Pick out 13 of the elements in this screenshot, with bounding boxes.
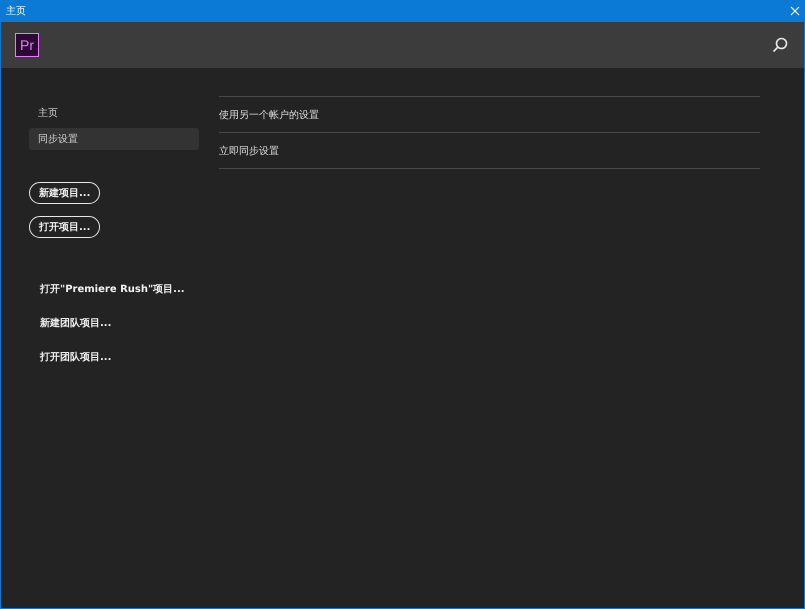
- settings-option[interactable]: 立即同步设置: [219, 132, 760, 169]
- search-icon[interactable]: [772, 37, 788, 53]
- close-icon[interactable]: [790, 6, 800, 16]
- project-button[interactable]: 打开项目...: [29, 216, 100, 238]
- app-logo: Pr: [15, 33, 39, 57]
- project-link[interactable]: 打开"Premiere Rush"项目...: [40, 282, 199, 296]
- sidebar-item[interactable]: 同步设置: [29, 128, 199, 150]
- project-link[interactable]: 新建团队项目...: [40, 316, 199, 330]
- project-link[interactable]: 打开团队项目...: [40, 350, 199, 364]
- project-button[interactable]: 新建项目...: [29, 182, 100, 204]
- window-title: 主页: [6, 4, 26, 18]
- settings-option[interactable]: 使用另一个帐户的设置: [219, 96, 760, 132]
- sidebar-item[interactable]: 主页: [29, 102, 199, 124]
